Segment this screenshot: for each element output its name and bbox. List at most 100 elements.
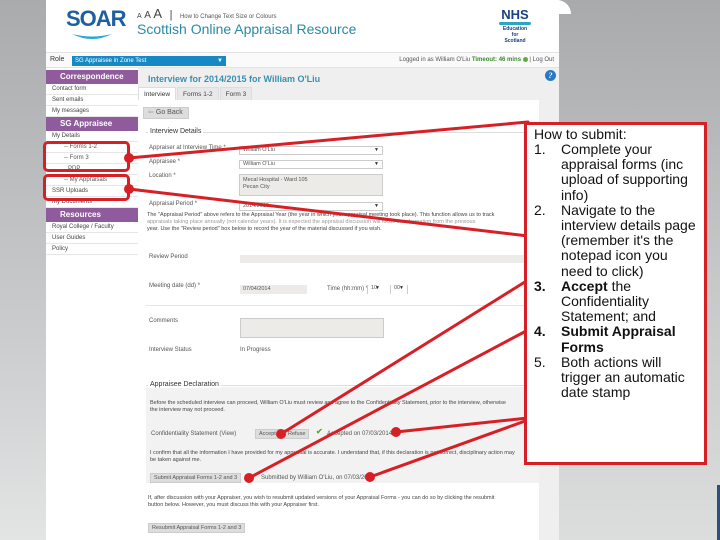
appraiser-select[interactable]: William O'Liu ▼ bbox=[239, 146, 383, 155]
interview-details-legend: Interview Details bbox=[148, 128, 204, 135]
sidebar-item-royal-college[interactable]: Royal College / Faculty bbox=[46, 222, 138, 233]
declaration-intro: Before the scheduled interview can proce… bbox=[150, 400, 530, 414]
chevron-down-icon: ▼ bbox=[374, 147, 379, 153]
checkmark-icon: ✔ bbox=[316, 427, 323, 436]
callout-step: 5. Both actions will trigger an automatic… bbox=[534, 353, 700, 401]
step-text: Submit Appraisal Forms bbox=[561, 323, 700, 355]
logged-in-text: Logged in as William O'Liu bbox=[399, 57, 471, 64]
step-text: Complete your appraisal forms (inc uploa… bbox=[561, 141, 700, 203]
role-label: Role bbox=[50, 56, 65, 63]
sidebar-item-my-messages[interactable]: My messages bbox=[46, 106, 138, 117]
submit-appraisal-forms-button[interactable]: Submit Appraisal Forms 1-2 and 3 bbox=[150, 473, 242, 483]
fieldset-border bbox=[146, 132, 539, 133]
sidebar-item-policy[interactable]: Policy bbox=[46, 244, 138, 255]
appraiser-value: William O'Liu bbox=[243, 147, 275, 153]
callout-step: 1. Complete your appraisal forms (inc upl… bbox=[534, 141, 700, 203]
step-number: 3. bbox=[534, 277, 546, 294]
step-bold: Submit Appraisal Forms bbox=[561, 323, 676, 355]
text-size-medium[interactable]: A bbox=[144, 10, 151, 21]
timeout-text: Timeout: 46 mins bbox=[471, 57, 522, 64]
nhs-logo: NHS Education for Scotland bbox=[497, 7, 533, 44]
text-size-help-link[interactable]: How to Change Text Size or Colours bbox=[180, 14, 277, 20]
confidentiality-label[interactable]: Confidentiality Statement (View) bbox=[151, 431, 236, 437]
soar-logo[interactable]: SOAR bbox=[66, 6, 127, 46]
sidebar-item-user-guides[interactable]: User Guides bbox=[46, 233, 138, 244]
accepted-status: Accepted on 07/03/2014 bbox=[327, 431, 393, 437]
divider: | bbox=[169, 9, 173, 21]
resubmit-note: If, after discussion with your Appraiser… bbox=[148, 495, 528, 509]
location-line: Mecal Hospital - Ward 105 bbox=[243, 177, 308, 183]
interview-status-value: In Progress bbox=[240, 347, 271, 353]
callout-steps: 1. Complete your appraisal forms (inc upl… bbox=[534, 141, 700, 401]
appraisal-period-label: Appraisal Period * bbox=[149, 201, 198, 207]
step-body: Complete your appraisal forms (inc uploa… bbox=[561, 141, 688, 203]
sidebar-heading-sg-appraisee: SG Appraisee bbox=[46, 117, 138, 131]
location-line: Pecan City bbox=[243, 184, 270, 190]
logout-link[interactable]: Log Out bbox=[533, 57, 554, 63]
sidebar-item-contact-form[interactable]: Contact form bbox=[46, 84, 138, 95]
resubmit-line: button below. However, you must discuss … bbox=[148, 502, 319, 508]
sidebar-item-sent-emails[interactable]: Sent emails bbox=[46, 95, 138, 106]
tab-forms-1-2[interactable]: Forms 1-2 bbox=[177, 87, 219, 100]
callout-step: 3. Accept the Confidentiality Statement; … bbox=[534, 277, 700, 325]
interview-status-label: Interview Status bbox=[149, 347, 192, 353]
page-title: Interview for 2014/2015 for William O'Li… bbox=[148, 74, 321, 84]
time-minute-select[interactable]: 00 ▼ bbox=[390, 285, 408, 294]
intro-line: the interview may not proceed. bbox=[150, 407, 225, 413]
role-select[interactable]: SG Appraisee in Zone Test ▼ bbox=[72, 56, 226, 66]
appraisee-label: Appraisee * bbox=[149, 159, 181, 165]
chevron-down-icon: ▼ bbox=[374, 161, 379, 167]
sidebar-heading-correspondence: Correspondence bbox=[46, 70, 138, 84]
refuse-button[interactable]: Refuse bbox=[284, 429, 310, 439]
time-hour-select[interactable]: 10 ▼ bbox=[367, 285, 383, 294]
review-period-input[interactable] bbox=[240, 255, 525, 263]
meeting-date-input[interactable]: 07/04/2014 bbox=[240, 285, 307, 294]
resubmit-line: If, after discussion with your Appraiser… bbox=[148, 495, 495, 501]
comments-label: Comments bbox=[149, 318, 179, 324]
accept-button[interactable]: Accept bbox=[255, 429, 280, 439]
go-back-button[interactable]: ⇐ Go Back bbox=[143, 107, 189, 119]
nhs-word: NHS bbox=[501, 7, 529, 22]
nhs-sub-line: Scotland bbox=[504, 38, 526, 44]
step-text: Both actions will trigger an automatic d… bbox=[561, 353, 700, 401]
step-body: Navigate to the interview details page (… bbox=[561, 201, 696, 279]
confirm-line: be taken against me. bbox=[150, 457, 202, 463]
submitted-status: Submitted by William O'Liu, on 07/03/201… bbox=[261, 475, 375, 481]
appraisee-select[interactable]: William O'Liu ▼ bbox=[239, 160, 383, 169]
highlight-appraisals-box bbox=[43, 174, 130, 201]
meeting-date-label: Meeting date (dd) * bbox=[149, 283, 201, 289]
instructions-callout: How to submit: 1. Complete your appraisal… bbox=[524, 122, 707, 465]
text-size-small[interactable]: A bbox=[137, 13, 142, 20]
role-select-value: SG Appraisee in Zone Test bbox=[75, 58, 147, 64]
location-textarea[interactable]: Mecal Hospital - Ward 105 Pecan City bbox=[239, 174, 383, 196]
text-size-large[interactable]: A bbox=[153, 6, 162, 21]
logo-text: SOAR bbox=[66, 6, 127, 31]
review-period-label: Review Period bbox=[149, 254, 188, 260]
role-bar: Role SG Appraisee in Zone Test ▼ Logged … bbox=[46, 52, 559, 68]
step-bold: Accept bbox=[561, 277, 608, 294]
time-label: Time (hh:mm) * bbox=[327, 286, 369, 292]
step-body: Both actions will trigger an automatic d… bbox=[561, 353, 685, 401]
divider: | bbox=[529, 57, 531, 64]
tab-bar: Interview Forms 1-2 Form 3 bbox=[138, 87, 253, 100]
highlight-forms-box bbox=[43, 141, 130, 172]
note-line: appraisals taking place annually (not ca… bbox=[147, 219, 476, 225]
note-line: The "Appraisal Period" above refers to t… bbox=[147, 212, 495, 218]
tab-interview[interactable]: Interview bbox=[138, 87, 177, 100]
step-text: Navigate to the interview details page (… bbox=[561, 201, 700, 279]
appraiser-label: Appraiser at Interview Time * bbox=[149, 145, 226, 151]
help-icon[interactable]: ? bbox=[545, 70, 556, 81]
confirm-text: I confirm that all the information I hav… bbox=[150, 450, 530, 464]
comments-textarea[interactable] bbox=[240, 318, 384, 338]
appraisal-period-value: 2014/2015 bbox=[243, 203, 269, 209]
logo-swoosh-icon bbox=[72, 34, 112, 39]
location-label: Location * bbox=[149, 173, 176, 179]
site-title: Scottish Online Appraisal Resource bbox=[137, 21, 357, 37]
chevron-down-icon: ▼ bbox=[375, 285, 380, 291]
step-number: 5. bbox=[534, 353, 546, 370]
resubmit-appraisal-forms-button[interactable]: Resubmit Appraisal Forms 1-2 and 3 bbox=[148, 523, 246, 533]
back-arrow-icon: ⇐ bbox=[148, 109, 154, 116]
intro-line: Before the scheduled interview can proce… bbox=[150, 400, 506, 406]
tab-form-3[interactable]: Form 3 bbox=[219, 87, 253, 100]
appraisal-period-select[interactable]: 2014/2015 ▼ bbox=[239, 202, 383, 211]
